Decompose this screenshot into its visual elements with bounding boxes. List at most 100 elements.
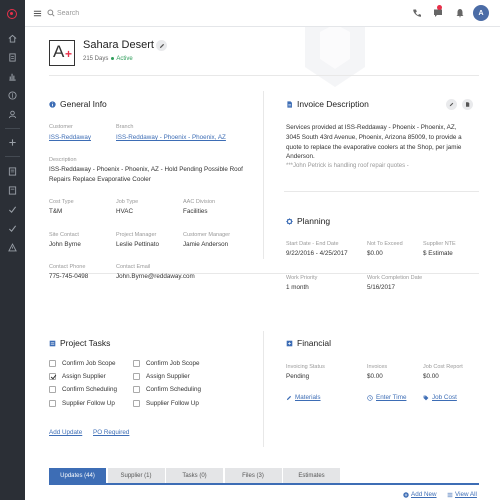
- task-checkbox[interactable]: [133, 386, 140, 394]
- work-completion-label: Work Completion Date: [367, 275, 423, 281]
- home-icon[interactable]: [7, 33, 18, 44]
- materials-label: Materials: [295, 394, 321, 401]
- enter-time-link[interactable]: Enter Time: [367, 394, 406, 401]
- days-count: 215 Days: [83, 56, 109, 62]
- customer-link[interactable]: ISS-Reddaway: [49, 133, 91, 143]
- notes-icon[interactable]: [7, 185, 18, 196]
- chart-icon[interactable]: [7, 71, 18, 82]
- check-icon[interactable]: [7, 204, 18, 215]
- financial-heading: Financial: [286, 338, 331, 348]
- watermark-logo-icon: [305, 27, 365, 87]
- task-checkbox[interactable]: [49, 386, 56, 394]
- section-divider: [49, 273, 479, 274]
- contact-email-label: Contact Email: [116, 264, 151, 270]
- invoice-note: ***John Petrick is handling roof repair …: [286, 163, 409, 169]
- task-item[interactable]: Supplier Follow Up: [49, 399, 115, 407]
- status-badge: Active: [116, 56, 133, 62]
- edit-invoice-button[interactable]: [446, 99, 457, 110]
- warning-icon[interactable]: [7, 242, 18, 253]
- invoicing-status-label: Invoicing Status: [286, 364, 325, 370]
- bell-icon[interactable]: [455, 8, 465, 18]
- task-label: Confirm Job Scope: [146, 360, 200, 367]
- dollar-icon[interactable]: [7, 90, 18, 101]
- invoices-value: $0.00: [367, 373, 383, 380]
- double-check-icon[interactable]: [7, 223, 18, 234]
- invoice-description-heading: Invoice Description: [286, 99, 369, 109]
- brand-logo-icon[interactable]: [7, 9, 17, 19]
- add-update-link[interactable]: Add Update: [49, 428, 82, 438]
- column-divider: [263, 91, 264, 259]
- task-label: Supplier Follow Up: [62, 399, 115, 407]
- search-icon: [47, 9, 55, 17]
- list-icon: [447, 492, 453, 497]
- customer-manager-label: Customer Manager: [183, 232, 231, 238]
- task-checkbox[interactable]: [49, 360, 56, 367]
- description-label: Description: [49, 157, 77, 163]
- job-cost-label: Job Cost: [432, 394, 457, 401]
- task-item[interactable]: Supplier Follow Up: [133, 399, 199, 407]
- plus-icon[interactable]: [7, 137, 18, 148]
- invoices-label: Invoices: [367, 364, 388, 370]
- tasks-icon: [49, 340, 56, 346]
- hamburger-menu-icon[interactable]: [33, 9, 42, 18]
- contact-email-value: John.Byrne@reddaway.com: [116, 273, 195, 280]
- supplier-nte-value: $ Estimate: [423, 250, 453, 257]
- user-icon[interactable]: [7, 109, 18, 120]
- tab-underline: [49, 483, 479, 485]
- main-content: A + Sahara Desert 215 Days Active General…: [25, 27, 500, 500]
- po-required-link[interactable]: PO Required: [93, 428, 129, 438]
- job-subtitle: 215 Days Active: [83, 56, 133, 62]
- task-checkbox[interactable]: [133, 360, 140, 367]
- task-item[interactable]: Assign Supplier: [49, 373, 106, 381]
- info-icon: [49, 100, 56, 108]
- task-item[interactable]: Confirm Scheduling: [133, 386, 201, 394]
- gear-icon: [286, 217, 293, 225]
- job-cost-report-value: $0.00: [423, 373, 439, 380]
- task-checkbox[interactable]: [133, 373, 140, 381]
- list-icon[interactable]: [7, 166, 18, 177]
- tab-item[interactable]: Estimates: [283, 468, 340, 483]
- add-new-link[interactable]: Add New: [403, 491, 437, 498]
- project-tasks-title: Project Tasks: [60, 338, 111, 348]
- task-item[interactable]: Assign Supplier: [133, 373, 190, 381]
- document-icon[interactable]: [7, 52, 18, 63]
- branch-link[interactable]: ISS-Reddaway - Phoenix - Phoenix, AZ: [116, 133, 226, 143]
- task-checkbox[interactable]: [133, 399, 140, 407]
- plus-circle-icon: [403, 491, 409, 498]
- search-input[interactable]: [57, 7, 207, 20]
- edit-title-button[interactable]: [156, 40, 167, 51]
- user-avatar[interactable]: A: [473, 5, 489, 21]
- dates-label: Start Date - End Date: [286, 241, 339, 247]
- tab-item[interactable]: Files (3): [224, 468, 282, 483]
- header-divider: [49, 75, 479, 76]
- customer-manager-value: Jamie Anderson: [183, 241, 229, 248]
- cost-type-value: T&M: [49, 208, 63, 215]
- task-checkbox[interactable]: [49, 399, 56, 407]
- project-manager-label: Project Manager: [116, 232, 157, 238]
- tab-item[interactable]: Updates (44): [49, 468, 106, 483]
- tab-item[interactable]: Tasks (0): [166, 468, 223, 483]
- job-type-value: HVAC: [116, 208, 134, 215]
- financial-title: Financial: [297, 338, 332, 348]
- phone-icon[interactable]: [412, 8, 422, 18]
- task-item[interactable]: Confirm Scheduling: [49, 386, 117, 394]
- view-all-link[interactable]: View All: [447, 491, 477, 498]
- sidebar-divider: [5, 128, 20, 129]
- status-dot: [111, 56, 115, 60]
- add-new-label: Add New: [411, 491, 437, 498]
- tab-bar: Updates (44) Supplier (1) Tasks (0) Files (…: [49, 468, 342, 483]
- copy-invoice-button[interactable]: [462, 99, 473, 110]
- aac-division-label: AAC Division: [183, 199, 216, 205]
- task-item[interactable]: Confirm Job Scope: [133, 360, 200, 367]
- planning-title: Planning: [297, 216, 331, 226]
- job-cost-link[interactable]: Job Cost: [423, 394, 457, 401]
- materials-link[interactable]: Materials: [286, 394, 321, 401]
- tab-item[interactable]: Supplier (1): [107, 468, 165, 483]
- task-item[interactable]: Confirm Job Scope: [49, 360, 116, 367]
- task-checkbox[interactable]: [49, 373, 56, 381]
- job-logo: A +: [49, 40, 75, 66]
- aac-division-value: Facilities: [183, 208, 208, 215]
- job-cost-report-label: Job Cost Report: [423, 364, 463, 370]
- task-label: Supplier Follow Up: [146, 399, 199, 407]
- work-completion-value: 5/16/2017: [367, 284, 396, 291]
